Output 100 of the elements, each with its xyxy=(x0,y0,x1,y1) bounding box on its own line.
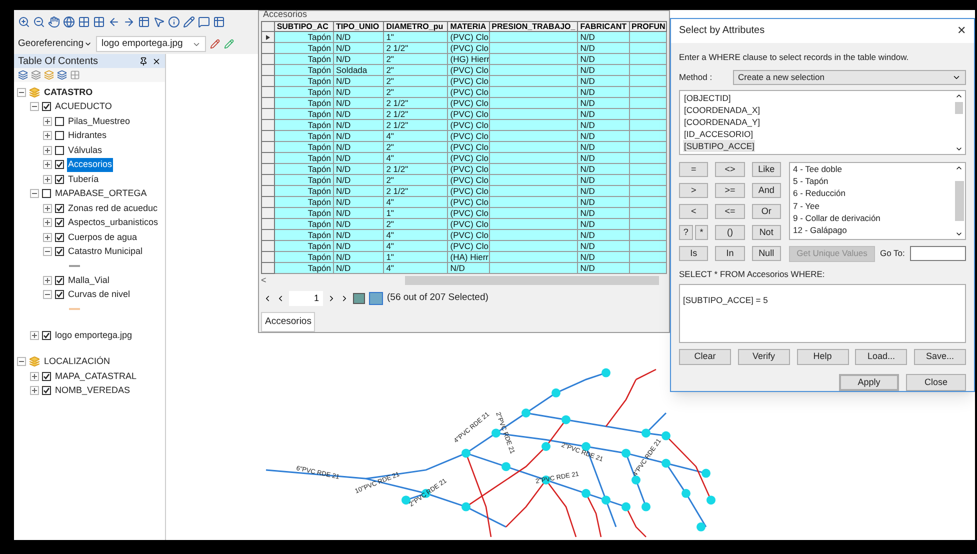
layer-label[interactable]: Catastro Municipal xyxy=(67,245,144,258)
column-header[interactable]: MATERIA xyxy=(448,21,490,32)
georeferencing-menu[interactable]: Georeferencing xyxy=(18,36,92,52)
last-record-icon[interactable] xyxy=(340,294,349,303)
layer-label[interactable]: Válvulas xyxy=(67,144,104,157)
value-item[interactable]: 9 - Collar de derivación xyxy=(793,212,953,224)
layer-label[interactable]: MAPABASE_ORTEGA xyxy=(54,187,148,200)
column-header[interactable]: PROFUN xyxy=(630,21,668,32)
value-item[interactable]: 7 - Yee xyxy=(793,200,953,212)
operator-button[interactable]: < xyxy=(679,204,708,219)
collapse-toggle-icon[interactable] xyxy=(17,357,26,366)
query-text-area[interactable]: [SUBTIPO_ACCE] = 5 xyxy=(679,284,966,343)
options-icon[interactable] xyxy=(70,70,80,80)
field-item[interactable]: [SUBTIPO_ACCE] xyxy=(683,140,756,152)
scrollbar-thumb[interactable] xyxy=(954,180,964,221)
layer-label[interactable]: Hidrantes xyxy=(67,129,108,142)
operator-button[interactable]: Null xyxy=(752,246,781,262)
expand-toggle-icon[interactable] xyxy=(43,232,52,242)
layer-combo[interactable]: logo emportega.jpg xyxy=(96,36,206,52)
scroll-left-button[interactable]: < xyxy=(261,274,275,288)
apply-button[interactable]: Apply xyxy=(839,374,899,391)
dialog-button[interactable]: Verify xyxy=(738,349,790,365)
operator-button[interactable]: In xyxy=(715,246,745,262)
operator-button[interactable]: () xyxy=(715,224,745,240)
zoom-in-icon[interactable] xyxy=(18,16,30,28)
operator-button[interactable]: <> xyxy=(715,162,745,177)
dialog-button[interactable]: Help xyxy=(796,349,848,365)
go-to-field[interactable] xyxy=(910,246,966,262)
layer-label[interactable]: logo emportega.jpg xyxy=(54,328,134,342)
operator-button[interactable]: Or xyxy=(752,204,781,219)
forward-arrow-icon[interactable] xyxy=(123,16,135,28)
operator-button[interactable]: And xyxy=(752,182,781,198)
table-corner[interactable] xyxy=(261,21,275,32)
column-header[interactable]: DIAMETRO_pu xyxy=(384,21,448,32)
zoom-out-icon[interactable] xyxy=(33,16,45,28)
pencil-icon[interactable] xyxy=(183,16,195,28)
operator-button[interactable]: >= xyxy=(715,182,745,198)
info-icon[interactable] xyxy=(168,16,180,28)
dialog-button[interactable]: Clear xyxy=(679,349,731,365)
message-icon[interactable] xyxy=(198,16,210,28)
expand-toggle-icon[interactable] xyxy=(43,146,52,155)
layer-label[interactable]: MAPA_CATASTRAL xyxy=(54,370,138,383)
row-selector[interactable] xyxy=(261,32,275,43)
scrollbar-thumb[interactable] xyxy=(405,276,659,285)
expand-toggle-icon[interactable] xyxy=(43,160,52,170)
record-field[interactable]: 1 xyxy=(289,290,323,306)
layer-checkbox[interactable] xyxy=(55,131,64,140)
scrollbar-thumb[interactable] xyxy=(955,102,963,114)
table-tab[interactable]: Accesorios xyxy=(261,312,316,332)
operator-button[interactable]: Like xyxy=(752,162,781,177)
globe-icon[interactable] xyxy=(63,16,75,28)
select-pointer-icon[interactable] xyxy=(153,16,165,28)
close-button[interactable]: ✕ xyxy=(957,22,966,40)
close-icon[interactable] xyxy=(152,56,161,66)
layer-checkbox[interactable] xyxy=(55,204,64,213)
expand-toggle-icon[interactable] xyxy=(43,116,52,126)
column-header[interactable]: TIPO_UNIO xyxy=(334,21,384,32)
operator-button[interactable]: <= xyxy=(715,204,745,219)
layer-label[interactable]: Curvas de nivel xyxy=(67,288,132,302)
operator-button[interactable]: = xyxy=(679,162,708,177)
pin-icon[interactable] xyxy=(139,56,148,66)
first-record-icon[interactable] xyxy=(263,294,272,303)
layer-label[interactable]: Tubería xyxy=(67,172,100,186)
layer-label[interactable]: Aspectos_urbanisticos xyxy=(67,216,160,230)
layer-checkbox[interactable] xyxy=(42,102,51,112)
layer-checkbox[interactable] xyxy=(55,116,64,126)
field-list[interactable]: [OBJECTID] [COORDENADA_X] [COORDENADA_Y] [ID_ACCESORIO] [SUBTIPO_ACCE] xyxy=(679,90,966,155)
method-select[interactable]: Create a new selection xyxy=(733,70,966,84)
pan-hand-icon[interactable] xyxy=(48,16,60,28)
dialog-button[interactable]: Load... xyxy=(855,349,908,365)
layer-label[interactable]: Cuerpos de agua xyxy=(67,230,138,244)
collapse-toggle-icon[interactable] xyxy=(43,247,52,256)
show-all-records-icon[interactable] xyxy=(353,292,365,304)
expand-toggle-icon[interactable] xyxy=(43,174,52,184)
expand-toggle-icon[interactable] xyxy=(43,218,52,228)
layer-label[interactable]: Pilas_Muestreo xyxy=(67,114,132,128)
grid-icon[interactable] xyxy=(93,16,105,28)
column-header[interactable]: PRESION_TRABAJO_ xyxy=(490,21,578,32)
data-frame-label[interactable]: CATASTRO xyxy=(43,86,94,99)
column-header[interactable]: SUBTIPO_AC xyxy=(274,21,334,32)
layer-checkbox[interactable] xyxy=(55,276,64,285)
layer-checkbox[interactable] xyxy=(55,160,64,170)
value-list[interactable]: 4 - Tee doble 5 - Tapón 6 - Reducción 7 - Yee 9 - Collar de derivación 12 - Galápago xyxy=(789,162,966,240)
expand-toggle-icon[interactable] xyxy=(43,131,52,140)
value-item[interactable]: 12 - Galápago xyxy=(793,224,953,237)
layer-checkbox[interactable] xyxy=(55,232,64,242)
control-point-icon[interactable] xyxy=(210,39,220,49)
layer-checkbox[interactable] xyxy=(55,174,64,184)
collapse-toggle-icon[interactable] xyxy=(30,189,39,198)
table-icon[interactable] xyxy=(138,16,150,28)
field-item[interactable]: [COORDENADA_Y] xyxy=(683,116,762,128)
operator-button[interactable]: Not xyxy=(752,224,781,240)
expand-toggle-icon[interactable] xyxy=(30,386,39,396)
close-dialog-button[interactable]: Close xyxy=(906,374,966,391)
layer-label[interactable]: Zonas red de acueduc xyxy=(67,202,159,215)
layer-label[interactable]: Malla_Vial xyxy=(67,274,110,287)
operator-button[interactable]: > xyxy=(679,182,708,198)
field-item[interactable]: [COORDENADA_X] xyxy=(683,104,762,116)
expand-toggle-icon[interactable] xyxy=(43,276,52,285)
layer-checkbox[interactable] xyxy=(55,290,64,300)
